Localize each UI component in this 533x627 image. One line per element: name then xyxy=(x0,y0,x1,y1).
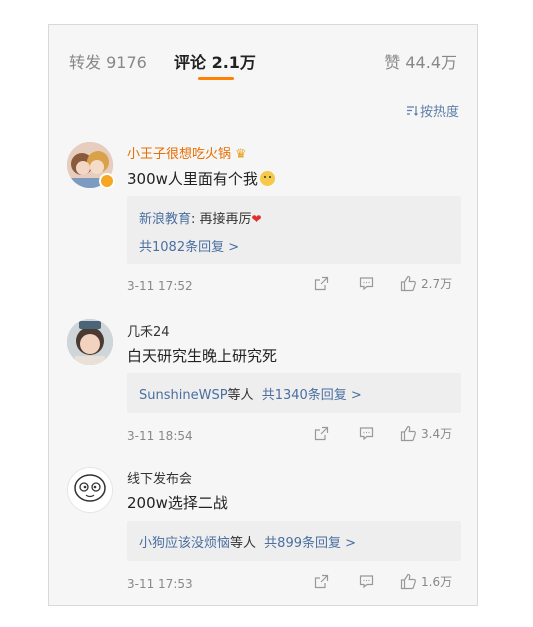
comment-button[interactable] xyxy=(359,574,374,589)
share-icon xyxy=(314,574,329,589)
comment-content: 300w人里面有个我 xyxy=(127,170,258,188)
comment-author[interactable]: 几禾24 xyxy=(127,321,170,340)
smiley-emoji-icon xyxy=(259,171,275,186)
tab-repost[interactable]: 转发 9176 xyxy=(69,49,147,73)
reply-suffix: 等人 xyxy=(227,388,254,403)
tab-comments[interactable]: 评论 2.1万 xyxy=(174,49,256,73)
sort-label: 按热度 xyxy=(419,105,459,120)
reply-preview-line: 小狗应该没烦恼等人 共899条回复 > xyxy=(139,532,356,551)
comment-button[interactable] xyxy=(359,276,374,291)
comment-icon xyxy=(359,427,374,441)
thumbs-up-icon xyxy=(400,425,416,442)
like-count: 3.4万 xyxy=(421,427,453,441)
comment-button[interactable] xyxy=(359,426,374,441)
crown-icon: ♛ xyxy=(235,147,247,162)
sort-lines-icon xyxy=(406,105,418,119)
thumbs-up-icon xyxy=(400,275,416,292)
repost-button[interactable] xyxy=(314,426,329,441)
like-count: 1.6万 xyxy=(421,575,453,589)
avatar[interactable] xyxy=(67,319,113,365)
reply-preview-box[interactable]: 新浪教育: 再接再厉❤ 共1082条回复 > xyxy=(127,196,461,264)
comments-panel: 转发 9176 评论 2.1万 赞 44.4万 按热度 小王子很想吃火锅 ♛ 30… xyxy=(48,24,478,606)
comment-icon xyxy=(359,575,374,589)
author-name: 小王子很想吃火锅 xyxy=(127,147,232,162)
share-icon xyxy=(314,426,329,441)
like-count: 2.7万 xyxy=(421,277,453,291)
reply-author-link[interactable]: 小狗应该没烦恼 xyxy=(139,536,230,551)
avatar[interactable] xyxy=(67,467,113,513)
reply-author-link[interactable]: SunshineWSP xyxy=(139,388,228,403)
comment-time: 3-11 17:53 xyxy=(127,577,193,591)
comment-author[interactable]: 小王子很想吃火锅 ♛ xyxy=(127,143,247,162)
reply-preview-box[interactable]: SunshineWSP等人 共1340条回复 > xyxy=(127,373,461,413)
comment-text: 300w人里面有个我 xyxy=(127,168,275,189)
tab-likes[interactable]: 赞 44.4万 xyxy=(384,49,457,73)
comment-time: 3-11 17:52 xyxy=(127,279,193,293)
reply-count-link[interactable]: 共1082条回复 > xyxy=(139,236,239,255)
thumbs-up-icon xyxy=(400,573,416,590)
tab-bar: 转发 9176 评论 2.1万 赞 44.4万 xyxy=(49,25,477,87)
active-tab-indicator xyxy=(198,77,234,80)
sort-by-hot-button[interactable]: 按热度 xyxy=(406,101,459,120)
reply-author-link[interactable]: 新浪教育 xyxy=(139,212,191,227)
reply-text: : 再接再厉 xyxy=(191,212,252,227)
repost-button[interactable] xyxy=(314,574,329,589)
like-button[interactable]: 3.4万 xyxy=(400,425,452,442)
comment-icon xyxy=(359,277,374,291)
reply-preview-line: SunshineWSP等人 共1340条回复 > xyxy=(139,384,362,403)
share-icon xyxy=(314,276,329,291)
repost-button[interactable] xyxy=(314,276,329,291)
comment-author[interactable]: 线下发布会 xyxy=(127,468,192,487)
comment-content: 200w选择二战 xyxy=(127,494,228,512)
reply-count-link[interactable]: 共1340条回复 > xyxy=(262,388,362,403)
comment-time: 3-11 18:54 xyxy=(127,429,193,443)
like-button[interactable]: 2.7万 xyxy=(400,275,452,292)
reply-count-link[interactable]: 共899条回复 > xyxy=(264,536,356,551)
verified-badge-icon xyxy=(99,173,115,189)
like-button[interactable]: 1.6万 xyxy=(400,573,452,590)
comment-content: 白天研究生晚上研究死 xyxy=(127,347,278,365)
reply-preview-box[interactable]: 小狗应该没烦恼等人 共899条回复 > xyxy=(127,521,461,561)
reply-suffix: 等人 xyxy=(230,536,257,551)
heart-icon: ❤ xyxy=(251,212,262,226)
reply-preview-line: 新浪教育: 再接再厉❤ xyxy=(139,208,262,227)
